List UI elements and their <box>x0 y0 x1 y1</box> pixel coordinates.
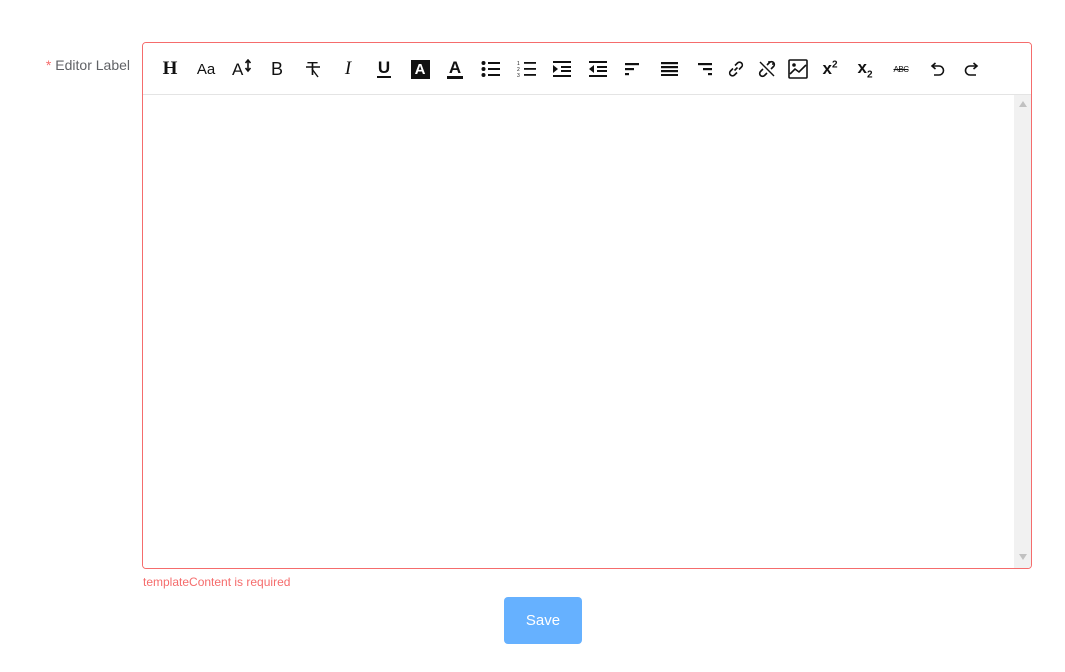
unlink-button[interactable] <box>752 54 782 84</box>
link-icon <box>728 61 744 77</box>
bullet-list-button[interactable] <box>476 54 506 84</box>
save-button[interactable]: Save <box>504 597 582 644</box>
underline-icon: U <box>376 58 392 78</box>
validation-error-message: templateContent is required <box>143 575 291 589</box>
redo-icon <box>964 62 979 76</box>
editor-label: * Editor Label <box>20 57 130 73</box>
align-right-icon <box>698 63 712 76</box>
image-icon <box>788 59 808 79</box>
bold-icon: B <box>270 58 283 79</box>
superscript-icon: x2 <box>822 59 838 78</box>
underline-button[interactable]: U <box>369 54 399 84</box>
bold-button[interactable]: B <box>262 54 292 84</box>
strikethrough-button[interactable]: ABC <box>886 54 916 84</box>
italic-icon: I <box>344 58 352 79</box>
undo-button[interactable] <box>922 54 952 84</box>
numbered-list-button[interactable]: 1 2 3 <box>512 54 542 84</box>
line-height-button[interactable]: A <box>227 54 257 84</box>
unlink-icon <box>758 60 776 78</box>
align-right-button[interactable] <box>689 54 719 84</box>
numbered-list-icon: 1 2 3 <box>517 61 536 78</box>
scroll-down-arrow-icon[interactable] <box>1019 554 1027 560</box>
align-left-icon <box>625 63 639 76</box>
align-left-button[interactable] <box>618 54 648 84</box>
heading-icon: H <box>162 58 178 79</box>
image-button[interactable] <box>783 54 813 84</box>
editor-toolbar: H Aa A B T I U A A 1 2 3 x2 x2 ABC <box>143 43 1031 95</box>
superscript-button[interactable]: x2 <box>815 54 845 84</box>
editor-scrollbar[interactable] <box>1014 95 1031 568</box>
line-height-icon: A <box>231 59 253 79</box>
outdent-button[interactable] <box>583 54 613 84</box>
editor-content-area[interactable] <box>143 95 1031 568</box>
italic-button[interactable]: I <box>333 54 363 84</box>
editor-label-text: Editor Label <box>55 57 130 73</box>
required-mark: * <box>45 57 52 73</box>
align-justify-button[interactable] <box>654 54 684 84</box>
subscript-button[interactable]: x2 <box>850 54 880 84</box>
indent-button[interactable] <box>547 54 577 84</box>
rich-text-editor: H Aa A B T I U A A 1 2 3 x2 x2 ABC <box>142 42 1032 569</box>
link-button[interactable] <box>721 54 751 84</box>
svg-text:3: 3 <box>517 73 520 78</box>
font-color-button[interactable]: A <box>440 54 470 84</box>
font-size-icon: Aa <box>196 60 216 78</box>
bullet-list-icon <box>481 61 500 77</box>
font-color-icon: A <box>446 57 464 79</box>
scroll-up-arrow-icon[interactable] <box>1019 101 1027 107</box>
align-justify-icon <box>660 62 678 76</box>
font-size-button[interactable]: Aa <box>191 54 221 84</box>
subscript-icon: x2 <box>857 57 873 81</box>
clear-format-button[interactable]: T <box>298 54 328 84</box>
outdent-icon <box>589 61 607 77</box>
clear-format-icon: T <box>306 59 320 79</box>
background-color-button[interactable]: A <box>405 54 435 84</box>
background-color-icon: A <box>410 59 430 79</box>
heading-button[interactable]: H <box>155 54 185 84</box>
strikethrough-icon: ABC <box>893 64 909 74</box>
undo-icon <box>930 62 945 76</box>
redo-button[interactable] <box>957 54 987 84</box>
indent-icon <box>553 61 571 77</box>
